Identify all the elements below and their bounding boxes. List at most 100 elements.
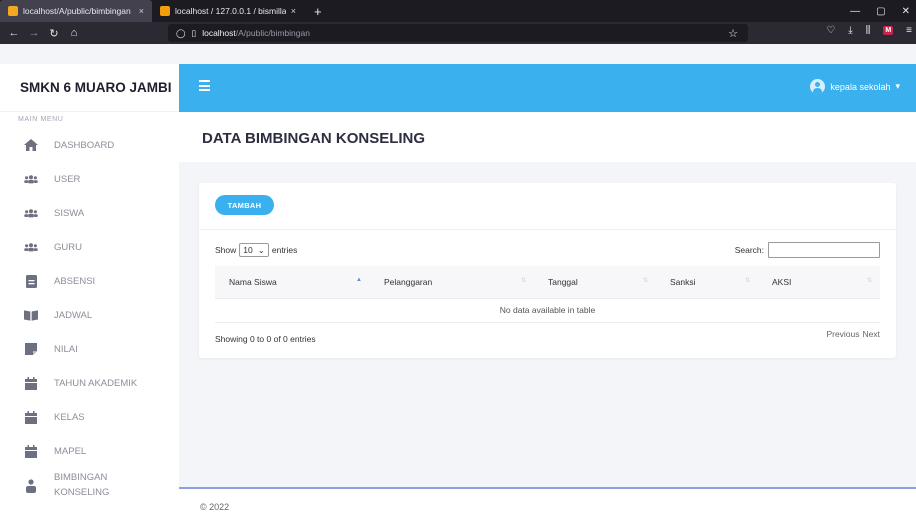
- sidebar-item-bimbingan-konseling[interactable]: BIMBINGAN KONSELING: [0, 466, 179, 506]
- add-button[interactable]: TAMBAH: [215, 195, 274, 215]
- sidebar-item-label: MAPEL: [54, 445, 87, 457]
- sidebar-item-label: SISWA: [54, 207, 85, 219]
- user-dropdown[interactable]: kepala sekolah ▾: [810, 79, 900, 94]
- table-info: Showing 0 to 0 of 0 entries: [215, 334, 316, 344]
- window-controls: — ▢ ✕: [850, 0, 916, 22]
- sidebar-item-label: JADWAL: [54, 309, 93, 321]
- close-tab-icon[interactable]: ×: [291, 6, 296, 16]
- sort-icon: ⇅: [520, 278, 526, 284]
- sidebar-item-mapel[interactable]: MAPEL: [0, 434, 179, 468]
- data-card: TAMBAH Show 10 ⌄ entries Search: Nama Sis…: [199, 183, 896, 358]
- length-control: Show 10 ⌄ entries: [215, 243, 297, 257]
- tab-title: localhost/A/public/bimbingan: [23, 6, 131, 16]
- calendar-icon: [24, 410, 38, 424]
- book-icon: [24, 309, 38, 321]
- hamburger-menu-icon[interactable]: [199, 80, 210, 94]
- sort-asc-icon: ▲: [356, 277, 362, 283]
- home-icon: [24, 139, 38, 151]
- sidebar-item-label: KELAS: [54, 411, 85, 423]
- phpmyadmin-favicon-icon: [160, 6, 170, 16]
- reload-icon[interactable]: ↻: [44, 27, 64, 40]
- tab-title: localhost / 127.0.0.1 / bismillah: [175, 6, 286, 16]
- users-icon: [24, 208, 38, 218]
- sidebar-item-dashboard[interactable]: DASHBOARD: [0, 128, 179, 162]
- browser-nav-bar: ← → ↻ ⌂ ◯ ▯ localhost/A/public/bimbingan…: [0, 22, 916, 44]
- menu-icon[interactable]: ≡: [906, 25, 912, 36]
- person-icon: [24, 479, 38, 493]
- address-bar[interactable]: ◯ ▯ localhost/A/public/bimbingan ☆: [168, 24, 748, 42]
- pocket-icon[interactable]: ♡: [826, 25, 835, 36]
- clipboard-icon: [24, 274, 38, 288]
- sidebar-item-guru[interactable]: GURU: [0, 230, 179, 264]
- close-tab-icon[interactable]: ×: [139, 6, 144, 16]
- sidebar-item-nilai[interactable]: NILAI: [0, 332, 179, 366]
- next-button[interactable]: Next: [863, 329, 880, 339]
- chevron-down-icon: ⌄: [257, 244, 265, 255]
- new-tab-button[interactable]: +: [304, 0, 332, 22]
- pagination: Previous Next: [826, 329, 880, 339]
- sidebar-item-user[interactable]: USER: [0, 162, 179, 196]
- page-title: DATA BIMBINGAN KONSELING: [202, 130, 426, 147]
- sidebar: SMKN 6 MUARO JAMBI MAIN MENU DASHBOARD U…: [0, 64, 179, 521]
- column-header-tanggal[interactable]: Tanggal ⇅: [534, 266, 656, 299]
- data-table: Nama Siswa ▲ Pelanggaran ⇅ Tanggal ⇅ Sanksi…: [215, 266, 880, 323]
- sidebar-item-jadwal[interactable]: JADWAL: [0, 298, 179, 332]
- sidebar-item-label: USER: [54, 173, 81, 185]
- sidebar-item-siswa[interactable]: SISWA: [0, 196, 179, 230]
- page-icon: ▯: [191, 27, 197, 38]
- browser-tab-bar: localhost/A/public/bimbingan × localhost…: [0, 0, 916, 22]
- sidebar-item-kelas[interactable]: KELAS: [0, 400, 179, 434]
- empty-table-message: No data available in table: [215, 298, 880, 323]
- search-input[interactable]: [768, 242, 880, 258]
- avatar: [810, 79, 826, 94]
- top-navbar: kepala sekolah ▾: [179, 64, 916, 112]
- column-header-pelanggaran[interactable]: Pelanggaran ⇅: [370, 266, 534, 299]
- sidebar-item-absensi[interactable]: ABSENSI: [0, 264, 179, 298]
- home-button-icon[interactable]: ⌂: [64, 27, 84, 39]
- shield-icon[interactable]: ◯: [176, 28, 186, 39]
- sort-icon: ⇅: [744, 278, 750, 284]
- show-label: Show: [215, 245, 237, 255]
- sidebar-item-label: TAHUN AKADEMIK: [54, 377, 138, 389]
- sidebar-item-tahun-akademik[interactable]: TAHUN AKADEMIK: [0, 366, 179, 400]
- previous-button[interactable]: Previous: [826, 329, 859, 339]
- close-window-button[interactable]: ✕: [902, 6, 910, 17]
- bookmark-star-icon[interactable]: ☆: [728, 27, 748, 40]
- sidebar-item-label: BIMBINGAN KONSELING: [54, 472, 110, 498]
- chevron-down-icon: ▾: [895, 81, 900, 91]
- browser-toolbar: ♡ ⤓ ⫼ M ≡: [826, 25, 912, 36]
- site-favicon-icon: [8, 6, 18, 16]
- forward-icon[interactable]: →: [24, 27, 44, 39]
- menu-heading: MAIN MENU: [18, 116, 64, 123]
- card-divider: [199, 229, 896, 230]
- download-icon[interactable]: ⤓: [848, 25, 852, 36]
- minimize-button[interactable]: —: [850, 6, 860, 17]
- calendar-icon: [24, 376, 38, 390]
- library-icon[interactable]: ⫼: [866, 25, 871, 36]
- url-text: localhost/A/public/bimbingan: [202, 28, 310, 38]
- column-header-sanksi[interactable]: Sanksi ⇅: [656, 266, 758, 299]
- back-icon[interactable]: ←: [4, 27, 24, 39]
- table-header-row: Nama Siswa ▲ Pelanggaran ⇅ Tanggal ⇅ Sanksi…: [215, 266, 880, 299]
- browser-tab-active[interactable]: localhost/A/public/bimbingan ×: [0, 0, 152, 22]
- note-icon: [24, 343, 38, 355]
- sidebar-item-label: GURU: [54, 241, 82, 253]
- sidebar-item-label: NILAI: [54, 343, 78, 355]
- sidebar-item-label: ABSENSI: [54, 275, 96, 287]
- search-control: Search:: [735, 242, 880, 258]
- table-row: No data available in table: [215, 298, 880, 323]
- sort-icon: ⇅: [642, 278, 648, 284]
- column-header-aksi[interactable]: AKSI ⇅: [758, 266, 880, 299]
- page-header: DATA BIMBINGAN KONSELING: [179, 112, 916, 162]
- users-icon: [24, 242, 38, 252]
- entries-label: entries: [271, 245, 298, 255]
- user-name: kepala sekolah: [830, 81, 891, 92]
- column-header-nama-siswa[interactable]: Nama Siswa ▲: [215, 266, 370, 299]
- extension-icon[interactable]: M: [883, 26, 894, 35]
- copyright-text: © 2022: [200, 502, 230, 512]
- brand-title[interactable]: SMKN 6 MUARO JAMBI: [0, 64, 179, 112]
- entries-length-select[interactable]: 10 ⌄: [239, 243, 269, 257]
- maximize-button[interactable]: ▢: [876, 6, 885, 17]
- browser-tab-phpmyadmin[interactable]: localhost / 127.0.0.1 / bismillah ×: [152, 0, 304, 22]
- sidebar-item-label: DASHBOARD: [54, 139, 115, 151]
